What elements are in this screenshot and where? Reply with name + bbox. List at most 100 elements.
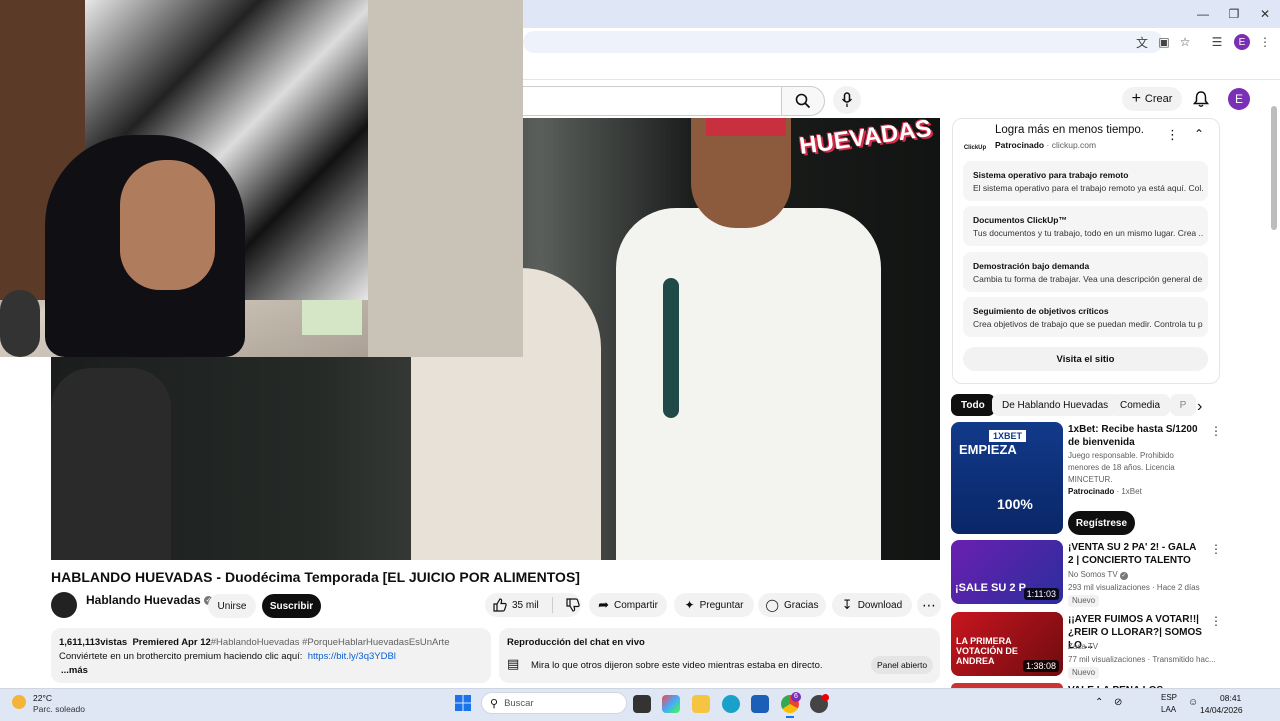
premiere-date: Premiered Apr 12 xyxy=(132,637,211,648)
like-button[interactable]: 35 mil xyxy=(493,598,539,612)
ad-headline[interactable]: Logra más en menos tiempo. xyxy=(995,124,1144,136)
ad-sitelink[interactable]: Demostración bajo demanda Cambia tu form… xyxy=(963,252,1208,292)
ad-sitelink[interactable]: Seguimiento de objetivos críticos Crea o… xyxy=(963,297,1208,337)
wifi-icon[interactable]: ☺ xyxy=(1188,697,1198,708)
rec-title[interactable]: 1xBet: Recibe hasta S/1200 de bienvenida xyxy=(1068,423,1203,449)
audience-left xyxy=(51,368,171,560)
chip-partial[interactable]: P xyxy=(1170,394,1196,416)
new-badge: Nuevo xyxy=(1068,595,1100,607)
ad-meta: Patrocinado · clickup.com xyxy=(995,140,1097,150)
weather-temp[interactable]: 22°C xyxy=(33,693,52,703)
register-button[interactable]: Regístrese xyxy=(1068,511,1135,535)
reading-list-icon[interactable]: ☰ xyxy=(1208,33,1226,51)
ad-sitelink-title: Seguimiento de objetivos críticos xyxy=(973,306,1109,316)
video-title: HABLANDO HUEVADAS - Duodécima Temporada … xyxy=(51,569,580,585)
clock-time[interactable]: 08:41 xyxy=(1220,693,1241,703)
rec-meta: 293 mil visualizaciones · Hace 2 días xyxy=(1068,583,1200,592)
rec-advertiser: 1xBet xyxy=(1121,487,1142,496)
chevron-right-icon[interactable]: › xyxy=(1197,398,1202,416)
super-thanks-icon: ◯ xyxy=(765,598,779,612)
language-code[interactable]: ESP xyxy=(1161,693,1177,702)
search-button[interactable] xyxy=(781,86,825,116)
join-button[interactable]: Unirse xyxy=(208,594,256,618)
store-icon[interactable] xyxy=(751,695,769,713)
windows-start-icon[interactable] xyxy=(455,695,471,711)
hashtags[interactable]: #HablandoHuevadas #PorqueHablarHuevadasE… xyxy=(211,637,450,648)
clock-date[interactable]: 14/04/2026 xyxy=(1200,705,1243,715)
rec-title[interactable]: ¡VENTA SU 2 PA' 2! - GALA 2 | CONCIERTO … xyxy=(1068,541,1203,567)
chip-channel[interactable]: De Hablando Huevadas xyxy=(992,394,1119,416)
rec-menu-icon[interactable]: ⋮ xyxy=(1210,424,1222,438)
install-app-icon[interactable]: ▣ xyxy=(1155,33,1173,51)
ad-sitelink[interactable]: Documentos ClickUp™ Tus documentos y tu … xyxy=(963,206,1208,246)
keyboard-layout[interactable]: LAA xyxy=(1161,705,1176,714)
description-text: Conviértete en un brothercito premium ha… xyxy=(59,651,303,662)
view-count: 1,611,113vistas xyxy=(59,637,128,648)
maximize-button[interactable]: ❐ xyxy=(1217,0,1251,28)
rec-thumbnail[interactable]: ¡SALE SU 2 P 1:11:03 xyxy=(951,540,1063,604)
create-button[interactable]: + Crear xyxy=(1122,87,1182,111)
address-bar[interactable] xyxy=(523,31,1163,53)
share-button[interactable]: ➦ Compartir xyxy=(589,593,667,617)
ad-sitelink[interactable]: Sistema operativo para trabajo remoto El… xyxy=(963,161,1208,201)
thanks-button[interactable]: ◯ Gracias xyxy=(758,593,826,617)
chip-all[interactable]: Todo xyxy=(951,394,995,416)
subscribe-button[interactable]: Suscribir xyxy=(262,594,321,618)
open-panel-button[interactable]: Panel abierto xyxy=(871,656,933,674)
rec-thumbnail[interactable]: 1XBET EMPIEZA 100% xyxy=(951,422,1063,534)
profile-avatar-small[interactable]: E xyxy=(1234,34,1250,50)
desk-box xyxy=(302,300,362,335)
rec-menu-icon[interactable]: ⋮ xyxy=(1210,542,1222,556)
description-box[interactable]: 1,611,113vistas Premiered Apr 12#Habland… xyxy=(51,628,491,683)
ad-menu-icon[interactable]: ⋮ xyxy=(1166,127,1179,143)
channel-avatar[interactable] xyxy=(51,592,77,618)
share-icon: ➦ xyxy=(598,597,609,612)
taskbar-search[interactable]: ⚲ Buscar xyxy=(481,692,627,714)
ad-sitelink-desc: Crea objetivos de trabajo que se puedan … xyxy=(973,319,1203,329)
file-explorer-icon[interactable] xyxy=(692,695,710,713)
account-avatar[interactable]: E xyxy=(1228,88,1250,110)
more-actions-button[interactable]: ⋯ xyxy=(917,593,941,617)
sparkle-icon: ✦ xyxy=(684,598,695,612)
copilot-icon[interactable] xyxy=(662,695,680,713)
rec-channel[interactable]: No Somos TV ✓ xyxy=(1068,569,1128,581)
rec-channel-name[interactable]: Zaca TV xyxy=(1068,641,1098,653)
chip-comedy[interactable]: Comedia xyxy=(1110,394,1171,416)
weather-desc[interactable]: Parc. soleado xyxy=(33,704,85,714)
ask-button[interactable]: ✦ Preguntar xyxy=(674,593,754,617)
edge-icon[interactable] xyxy=(722,695,740,713)
verified-icon: ✓ xyxy=(1119,572,1128,580)
rec-thumbnail[interactable]: LA PRIMERA VOTACIÓN DE ANDREA 1:38:08 xyxy=(951,612,1063,676)
bookmark-star-icon[interactable]: ☆ xyxy=(1176,33,1194,51)
search-icon xyxy=(795,93,811,109)
description-link[interactable]: https://bit.ly/3q3YDBl xyxy=(308,651,396,662)
ad-domain: clickup.com xyxy=(1051,140,1097,150)
ad-card xyxy=(952,118,1220,384)
translate-icon[interactable]: 文 xyxy=(1133,33,1151,51)
collapse-chevron-icon[interactable]: ⌃ xyxy=(1194,127,1204,141)
search-input[interactable] xyxy=(523,86,782,116)
rec-sponsored: Patrocinado xyxy=(1068,487,1115,496)
close-window-button[interactable]: ✕ xyxy=(1248,0,1280,28)
task-view-icon[interactable] xyxy=(633,695,651,713)
channel-name[interactable]: Hablando Huevadas ✓ xyxy=(86,593,214,607)
thumbs-down-icon xyxy=(566,598,580,612)
minimize-button[interactable]: — xyxy=(1186,0,1220,28)
tray-chevron-icon[interactable]: ⌃ xyxy=(1095,697,1103,708)
ad-sitelink-title: Sistema operativo para trabajo remoto xyxy=(973,170,1129,180)
network-off-icon[interactable]: ⊘ xyxy=(1114,697,1122,708)
plus-icon: + xyxy=(1131,90,1141,107)
notifications-button[interactable] xyxy=(1190,87,1212,111)
voice-search-button[interactable] xyxy=(833,86,861,114)
create-label: Crear xyxy=(1144,93,1173,105)
active-app-indicator xyxy=(786,716,794,718)
visit-site-button[interactable]: Visita el sitio xyxy=(963,347,1208,371)
show-more-link[interactable]: ...más xyxy=(61,665,88,676)
browser-menu-icon[interactable]: ⋮ xyxy=(1256,33,1274,51)
dislike-button[interactable] xyxy=(566,598,580,612)
ad-sitelink-title: Demostración bajo demanda xyxy=(973,261,1090,271)
search-icon: ⚲ xyxy=(490,697,499,710)
rec-menu-icon[interactable]: ⋮ xyxy=(1210,614,1222,628)
download-button[interactable]: ↧ Download xyxy=(832,593,912,617)
page-scrollbar[interactable] xyxy=(1271,106,1277,230)
